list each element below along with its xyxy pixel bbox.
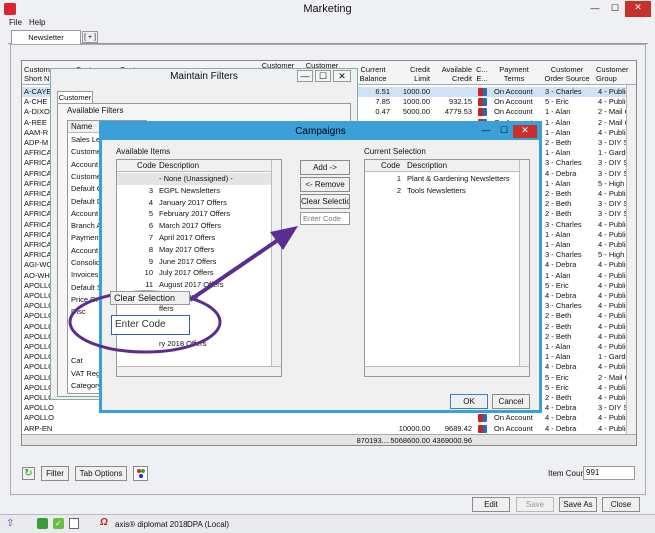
callout-clear-selection-zoom: Clear Selection (110, 291, 190, 305)
callout-arrow-head (270, 226, 298, 250)
callout-enter-code-zoom: Enter Code (111, 315, 190, 335)
callout-arrow (68, 226, 298, 354)
callout-arrow-line (188, 238, 280, 302)
